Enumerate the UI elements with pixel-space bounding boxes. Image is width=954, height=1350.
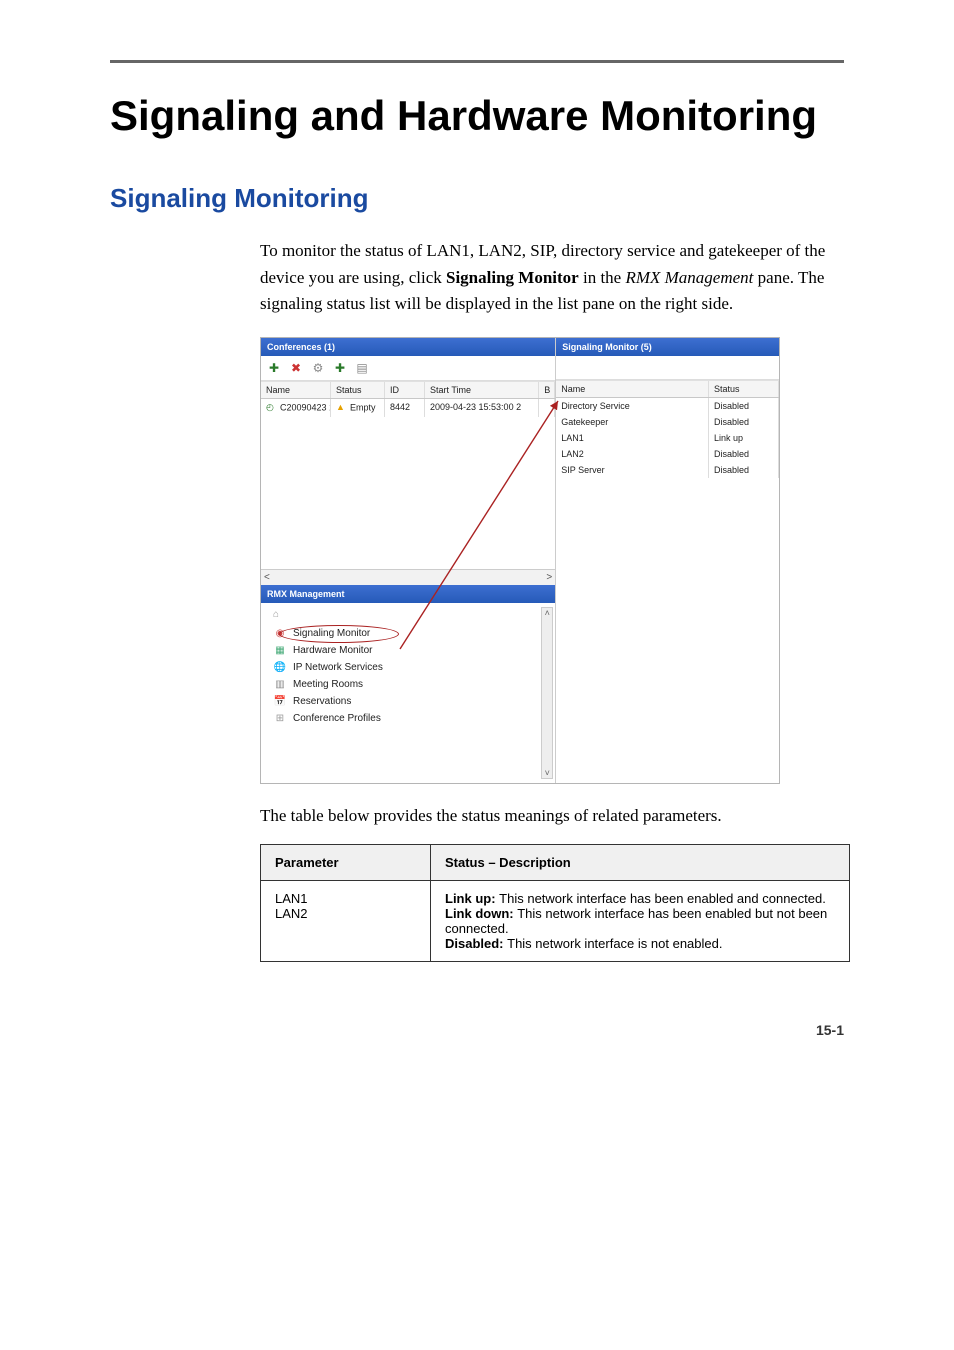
italic-term: RMX Management [625, 268, 753, 287]
desc-cell: Link up: This network interface has been… [431, 881, 850, 962]
scroll-down-icon[interactable]: ˅ [545, 768, 550, 778]
settings-icon[interactable]: ⚙ [310, 360, 326, 376]
signaling-header-row: Name Status [556, 380, 779, 398]
chapter-title: Signaling and Hardware Monitoring [110, 93, 844, 139]
room-icon: ▥ [273, 679, 287, 690]
home-icon[interactable]: ⌂ [273, 609, 279, 620]
label: Meeting Rooms [293, 679, 363, 690]
page-number: 15-1 [110, 1022, 844, 1038]
cell: SIP Server [556, 462, 709, 478]
cell: Gatekeeper [556, 414, 709, 430]
cell: LAN2 [556, 446, 709, 462]
left-cluster: Conferences (1) ✚ ✖ ⚙ ✚ ▤ Name Status ID… [261, 338, 556, 783]
label: IP Network Services [293, 662, 383, 673]
label: Reservations [293, 696, 351, 707]
param-cell: LAN1 LAN2 [261, 881, 431, 962]
label: Conference Profiles [293, 713, 381, 724]
conference-icon: ◴ [266, 402, 278, 414]
add-conference-icon[interactable]: ✚ [266, 360, 282, 376]
list-icon[interactable]: ▤ [354, 360, 370, 376]
col-parameter: Parameter [261, 845, 431, 881]
rmx-tree: ⌂ ◉ Signaling Monitor ▦ Hardware Monitor… [261, 603, 555, 783]
add-participant-icon[interactable]: ✚ [332, 360, 348, 376]
cell: Link up [709, 430, 779, 446]
scroll-up-icon[interactable]: ˄ [545, 608, 550, 618]
conference-row[interactable]: ◴C20090423 1 ▲Empty 8442 2009-04-23 15:5… [261, 399, 555, 417]
tree-item-reservations[interactable]: 📅 Reservations [273, 693, 547, 710]
legend-header-row: Parameter Status – Description [261, 845, 850, 881]
cell: LAN1 [556, 430, 709, 446]
col-description: Status – Description [431, 845, 850, 881]
cell: Directory Service [556, 398, 709, 414]
scroll-right-icon[interactable]: > [546, 572, 552, 583]
cell: 2009-04-23 15:53:00 2 [425, 399, 539, 417]
conferences-header-row: Name Status ID Start Time B [261, 381, 555, 399]
legend-row: LAN1 LAN2 Link up: This network interfac… [261, 881, 850, 962]
h-scrollbar[interactable]: < > [261, 569, 555, 585]
section-title: Signaling Monitoring [110, 183, 844, 214]
tree-item-profiles[interactable]: ⊞ Conference Profiles [273, 710, 547, 727]
cell: Disabled [709, 462, 779, 478]
conferences-body: ◴C20090423 1 ▲Empty 8442 2009-04-23 15:5… [261, 399, 555, 569]
scroll-left-icon[interactable]: < [264, 572, 270, 583]
cell: Disabled [709, 446, 779, 462]
status-key: Link up: [445, 891, 499, 906]
label: Hardware Monitor [293, 645, 372, 656]
calendar-icon: 📅 [273, 696, 287, 707]
col-status[interactable]: Status [709, 381, 779, 397]
col-id[interactable]: ID [385, 382, 425, 398]
signaling-row[interactable]: LAN1 Link up [556, 430, 779, 446]
hardware-icon: ▦ [273, 645, 287, 656]
conferences-pane-title: Conferences (1) [261, 338, 555, 356]
signaling-row[interactable]: Directory Service Disabled [556, 398, 779, 414]
col-name[interactable]: Name [261, 382, 331, 398]
signaling-toolbar [556, 356, 779, 380]
cell: Disabled [709, 398, 779, 414]
text: in the [583, 268, 626, 287]
cell: Disabled [709, 414, 779, 430]
tree-item-meeting-rooms[interactable]: ▥ Meeting Rooms [273, 676, 547, 693]
profile-icon: ⊞ [273, 713, 287, 724]
cell [539, 399, 555, 417]
signaling-row[interactable]: SIP Server Disabled [556, 462, 779, 478]
globe-icon: 🌐 [273, 662, 287, 673]
screenshot: Conferences (1) ✚ ✖ ⚙ ✚ ▤ Name Status ID… [260, 337, 844, 784]
app-window: Conferences (1) ✚ ✖ ⚙ ✚ ▤ Name Status ID… [260, 337, 780, 784]
v-scrollbar[interactable]: ˄ ˅ [541, 607, 553, 779]
signaling-body: Directory Service Disabled Gatekeeper Di… [556, 398, 779, 478]
legend-table: Parameter Status – Description LAN1 LAN2… [260, 844, 850, 962]
status-key: Link down: [445, 906, 517, 921]
status-val: This network interface has been enabled … [499, 891, 826, 906]
tree-item-hardware-monitor[interactable]: ▦ Hardware Monitor [273, 642, 547, 659]
cell: C20090423 1 [280, 403, 331, 413]
conferences-toolbar: ✚ ✖ ⚙ ✚ ▤ [261, 356, 555, 381]
rule [110, 60, 844, 63]
status-val: This network interface is not enabled. [507, 936, 722, 951]
signaling-row[interactable]: Gatekeeper Disabled [556, 414, 779, 430]
cell: Empty [350, 403, 376, 413]
cell: 8442 [385, 399, 425, 417]
col-start-time[interactable]: Start Time [425, 382, 539, 398]
delete-icon[interactable]: ✖ [288, 360, 304, 376]
table-intro: The table below provides the status mean… [260, 806, 844, 826]
status-key: Disabled: [445, 936, 507, 951]
signaling-row[interactable]: LAN2 Disabled [556, 446, 779, 462]
right-cluster: Signaling Monitor (5) Name Status Direct… [556, 338, 779, 783]
bold-term: Signaling Monitor [446, 268, 579, 287]
col-status[interactable]: Status [331, 382, 385, 398]
warning-icon: ▲ [336, 402, 348, 414]
signaling-pane-title: Signaling Monitor (5) [556, 338, 779, 356]
col-name[interactable]: Name [556, 381, 709, 397]
intro-paragraph: To monitor the status of LAN1, LAN2, SIP… [260, 238, 844, 317]
tree-item-ip-services[interactable]: 🌐 IP Network Services [273, 659, 547, 676]
rmx-pane-title: RMX Management [261, 585, 555, 603]
col-b[interactable]: B [539, 382, 555, 398]
